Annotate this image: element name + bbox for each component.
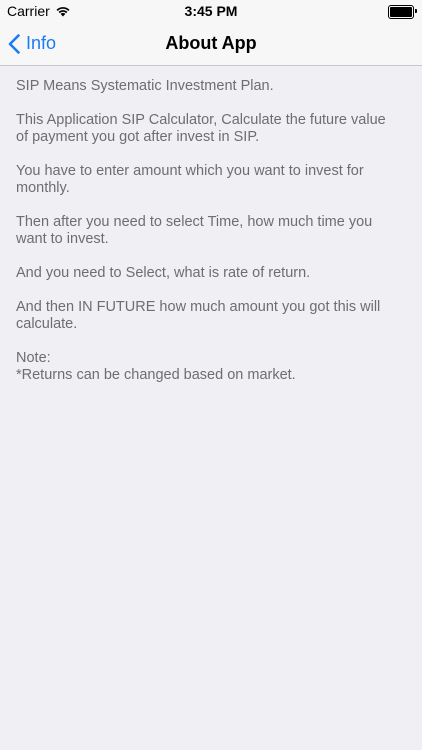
paragraph-app-purpose: This Application SIP Calculator, Calcula… [16, 112, 386, 145]
paragraph-select-time: Then after you need to select Time, how … [16, 214, 373, 247]
status-bar: Carrier 3:45 PM [0, 0, 422, 22]
battery-icon [388, 5, 417, 19]
note-block: Note: *Returns can be changed based on m… [16, 350, 400, 384]
paragraph-enter-amount: You have to enter amount which you want … [16, 163, 364, 196]
note-label: Note: [16, 350, 51, 366]
note-text: *Returns can be changed based on market. [16, 367, 296, 383]
status-time: 3:45 PM [184, 3, 238, 19]
paragraph-rate-of-return: And you need to Select, what is rate of … [16, 265, 311, 281]
page-title: About App [165, 33, 257, 53]
about-content: SIP Means Systematic Investment Plan. Th… [16, 78, 400, 384]
navigation-bar: Info About App [0, 22, 422, 66]
paragraph-future-value: And then IN FUTURE how much amount you g… [16, 299, 381, 332]
paragraph-sip-definition: SIP Means Systematic Investment Plan. [16, 78, 274, 94]
